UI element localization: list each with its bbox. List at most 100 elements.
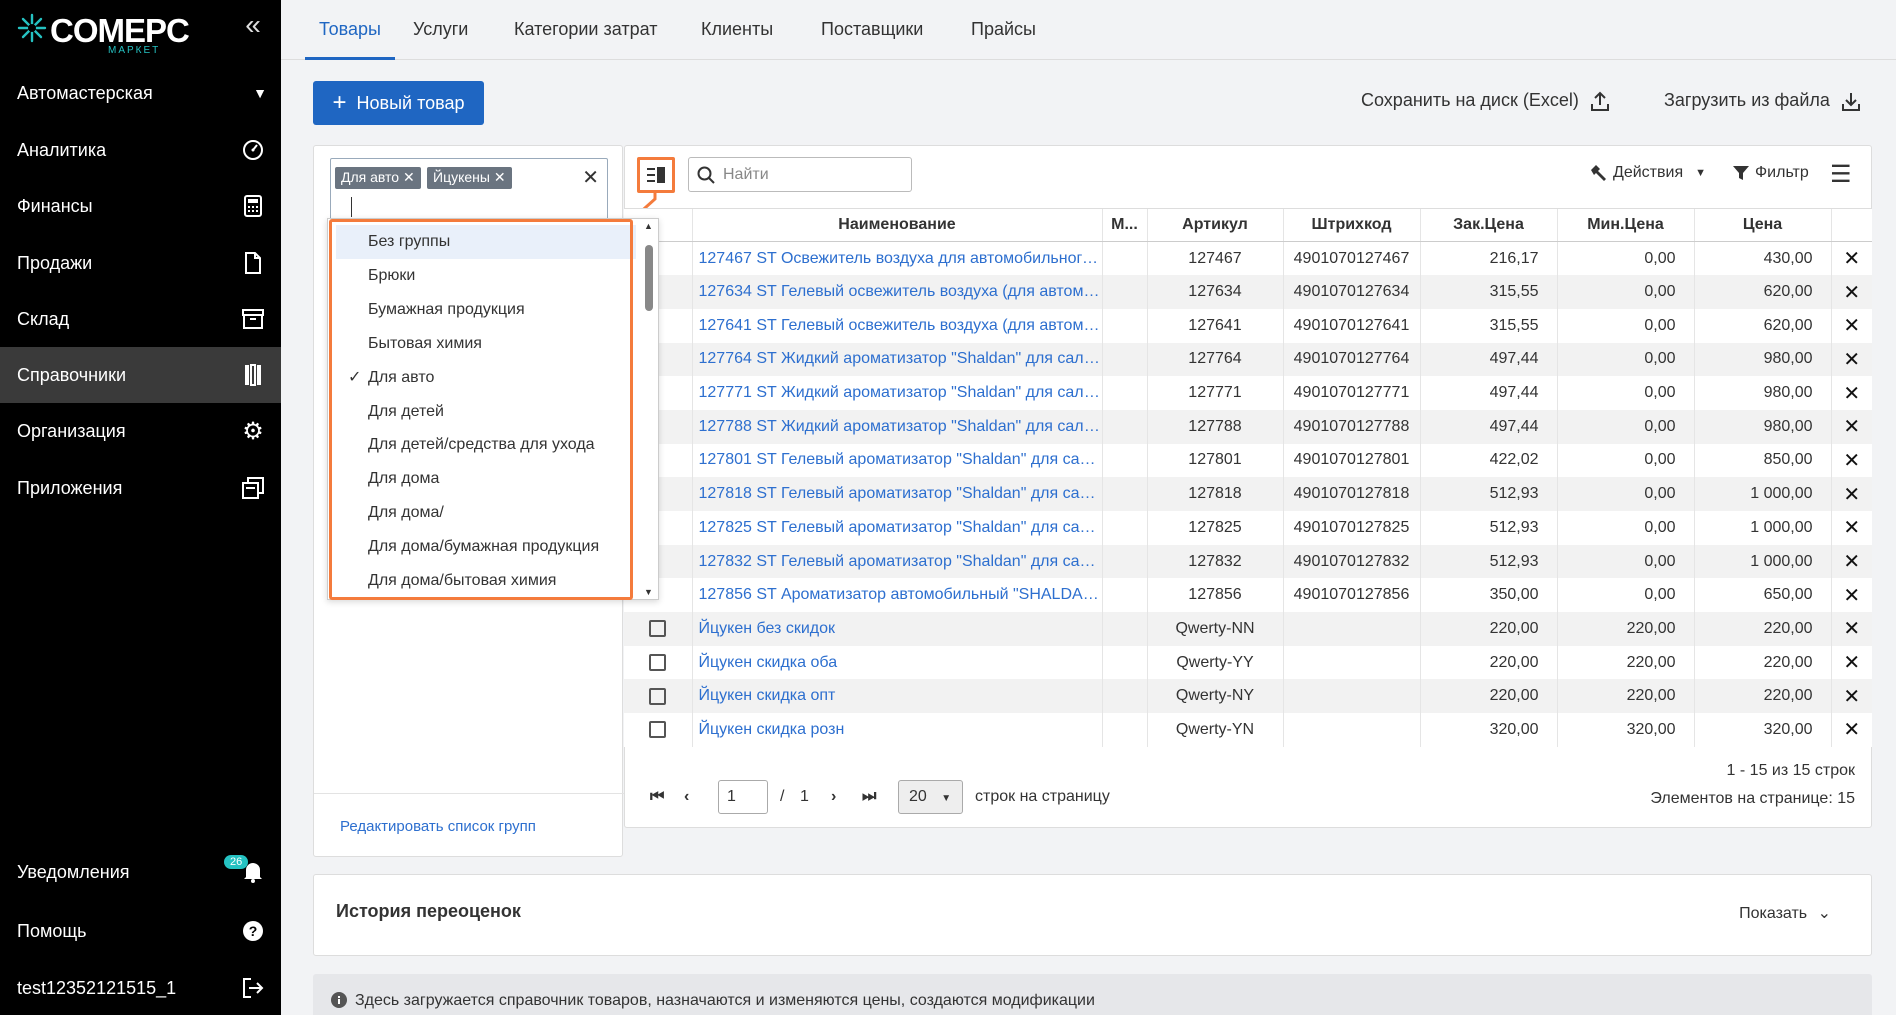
group-option[interactable]: ✓ Для авто	[336, 361, 636, 395]
nav-help[interactable]: Помощь ?	[0, 903, 281, 959]
save-excel-button[interactable]: Сохранить на диск (Excel)	[1361, 90, 1609, 111]
scroll-up-icon[interactable]: ▲	[644, 221, 653, 231]
delete-row-icon[interactable]: ✕	[1830, 679, 1872, 714]
delete-row-icon[interactable]: ✕	[1830, 241, 1872, 276]
nav-finance[interactable]: Финансы	[0, 178, 281, 234]
tab-prices[interactable]: Прайсы	[971, 0, 1036, 60]
delete-row-icon[interactable]: ✕	[1830, 477, 1872, 511]
history-show-button[interactable]: Показать ⌄	[1739, 903, 1831, 923]
collapse-sidebar-icon[interactable]: «	[238, 11, 268, 42]
load-file-button[interactable]: Загрузить из файла	[1664, 90, 1860, 111]
col-article[interactable]: Артикул	[1146, 208, 1283, 242]
col-m[interactable]: М...	[1101, 208, 1147, 242]
product-name-link[interactable]: 127764 ST Жидкий ароматизатор "Shaldan" …	[691, 342, 1102, 377]
row-checkbox[interactable]	[649, 653, 667, 671]
delete-row-icon[interactable]: ✕	[1830, 612, 1872, 646]
first-page-icon[interactable]: ⏮	[650, 788, 664, 806]
next-page-icon[interactable]: ›	[831, 788, 836, 806]
product-name-link[interactable]: Йцукен скидка оба	[691, 645, 1102, 680]
product-name-link[interactable]: 127641 ST Гелевый освежитель воздуха (дл…	[691, 308, 1102, 343]
delete-row-icon[interactable]: ✕	[1830, 511, 1872, 545]
group-option[interactable]: Для детей/средства для ухода	[336, 428, 636, 462]
tab-cost-categories[interactable]: Категории затрат	[514, 0, 657, 60]
table-row[interactable]: 127788 ST Жидкий ароматизатор "Shaldan" …	[624, 409, 1872, 444]
tab-suppliers[interactable]: Поставщики	[821, 0, 923, 60]
group-tag-input[interactable]: Для авто ✕ Йцукены ✕ ✕	[330, 158, 608, 222]
group-option[interactable]: Для детей	[336, 395, 636, 429]
delete-row-icon[interactable]: ✕	[1830, 342, 1872, 377]
tab-clients[interactable]: Клиенты	[701, 0, 773, 60]
product-name-link[interactable]: 127467 ST Освежитель воздуха для автомоб…	[691, 241, 1102, 276]
scroll-down-icon[interactable]: ▼	[644, 587, 653, 597]
group-option[interactable]: Брюки	[336, 259, 636, 293]
col-buy-price[interactable]: Зак.Цена	[1419, 208, 1557, 242]
group-option[interactable]: Для дома/	[336, 496, 636, 530]
table-row[interactable]: Йцукен скидка розн Qwerty-YN 320,00 320,00 3…	[624, 713, 1872, 747]
table-row[interactable]: 127825 ST Гелевый ароматизатор "Shaldan"…	[624, 511, 1872, 545]
table-row[interactable]: 127856 ST Ароматизатор автомобильный "SH…	[624, 578, 1872, 613]
table-row[interactable]: 127832 ST Гелевый ароматизатор "Shaldan"…	[624, 544, 1872, 579]
row-checkbox-cell[interactable]	[624, 645, 692, 680]
delete-row-icon[interactable]: ✕	[1830, 275, 1872, 309]
menu-icon[interactable]: ☰	[1830, 160, 1852, 189]
product-name-link[interactable]: 127856 ST Ароматизатор автомобильный "SH…	[691, 578, 1102, 613]
table-row[interactable]: 127634 ST Гелевый освежитель воздуха (дл…	[624, 275, 1872, 309]
col-barcode[interactable]: Штрихкод	[1282, 208, 1420, 242]
product-name-link[interactable]: 127818 ST Гелевый ароматизатор "Shaldan"…	[691, 477, 1102, 511]
row-checkbox-cell[interactable]	[624, 679, 692, 714]
group-option[interactable]: Бытовая химия	[336, 327, 636, 361]
table-row[interactable]: 127771 ST Жидкий ароматизатор "Shaldan" …	[624, 376, 1872, 410]
dropdown-scrollbar[interactable]: ▲ ▼	[642, 221, 656, 597]
col-min-price[interactable]: Мин.Цена	[1556, 208, 1694, 242]
nav-user[interactable]: test12352121515_1	[0, 960, 281, 1015]
nav-warehouse[interactable]: Склад	[0, 291, 281, 347]
clear-tags-icon[interactable]: ✕	[582, 165, 599, 190]
product-name-link[interactable]: 127634 ST Гелевый освежитель воздуха (дл…	[691, 275, 1102, 309]
table-row[interactable]: 127467 ST Освежитель воздуха для автомоб…	[624, 241, 1872, 276]
delete-row-icon[interactable]: ✕	[1830, 443, 1872, 478]
group-option[interactable]: Бумажная продукция	[336, 293, 636, 327]
group-option[interactable]: Для дома/бытовая химия	[336, 564, 636, 598]
nav-references[interactable]: Справочники	[0, 347, 281, 403]
delete-row-icon[interactable]: ✕	[1830, 376, 1872, 410]
row-checkbox-cell[interactable]	[624, 612, 692, 646]
row-checkbox-cell[interactable]	[624, 713, 692, 747]
product-name-link[interactable]: 127801 ST Гелевый ароматизатор "Shaldan"…	[691, 443, 1102, 478]
row-checkbox[interactable]	[649, 687, 667, 705]
table-row[interactable]: Йцукен скидка оба Qwerty-YY 220,00 220,00 22…	[624, 645, 1872, 680]
actions-button[interactable]: Действия ▼	[1589, 164, 1706, 182]
table-row[interactable]: 127641 ST Гелевый освежитель воздуха (дл…	[624, 308, 1872, 343]
page-size-select[interactable]: 20 ▼	[898, 780, 963, 814]
delete-row-icon[interactable]: ✕	[1830, 578, 1872, 613]
page-input[interactable]: 1	[718, 780, 768, 814]
col-price[interactable]: Цена	[1693, 208, 1831, 242]
table-row[interactable]: 127764 ST Жидкий ароматизатор "Shaldan" …	[624, 342, 1872, 377]
product-name-link[interactable]: 127832 ST Гелевый ароматизатор "Shaldan"…	[691, 544, 1102, 579]
row-checkbox[interactable]	[649, 620, 667, 638]
product-name-link[interactable]: 127771 ST Жидкий ароматизатор "Shaldan" …	[691, 376, 1102, 410]
row-checkbox[interactable]	[649, 721, 667, 739]
delete-row-icon[interactable]: ✕	[1830, 544, 1872, 579]
table-row[interactable]: Йцукен скидка опт Qwerty-NY 220,00 220,00 22…	[624, 679, 1872, 714]
group-option[interactable]: Для дома/бумажная продукция	[336, 530, 636, 564]
product-name-link[interactable]: Йцукен скидка опт	[691, 679, 1102, 714]
delete-row-icon[interactable]: ✕	[1830, 713, 1872, 747]
prev-page-icon[interactable]: ‹	[684, 788, 689, 806]
nav-analytics[interactable]: Аналитика	[0, 122, 281, 178]
tab-goods[interactable]: Товары	[305, 0, 395, 60]
group-option[interactable]: Без группы	[336, 225, 636, 259]
last-page-icon[interactable]: ⏭	[862, 788, 876, 806]
scroll-thumb[interactable]	[645, 245, 653, 311]
table-row[interactable]: 127801 ST Гелевый ароматизатор "Shaldan"…	[624, 443, 1872, 478]
toggle-groups-button[interactable]	[637, 157, 675, 193]
logo[interactable]: COMEPC МАРКЕТ	[16, 10, 190, 56]
nav-organization[interactable]: Организация ⚙	[0, 403, 281, 459]
group-option[interactable]: Для дома	[336, 462, 636, 496]
remove-tag-icon[interactable]: ✕	[494, 169, 506, 185]
remove-tag-icon[interactable]: ✕	[403, 169, 415, 185]
nav-notifications[interactable]: Уведомления	[0, 844, 281, 900]
delete-row-icon[interactable]: ✕	[1830, 645, 1872, 680]
filter-button[interactable]: Фильтр	[1733, 164, 1809, 182]
nav-sales[interactable]: Продажи	[0, 235, 281, 291]
search-input[interactable]: Найти	[688, 157, 912, 192]
